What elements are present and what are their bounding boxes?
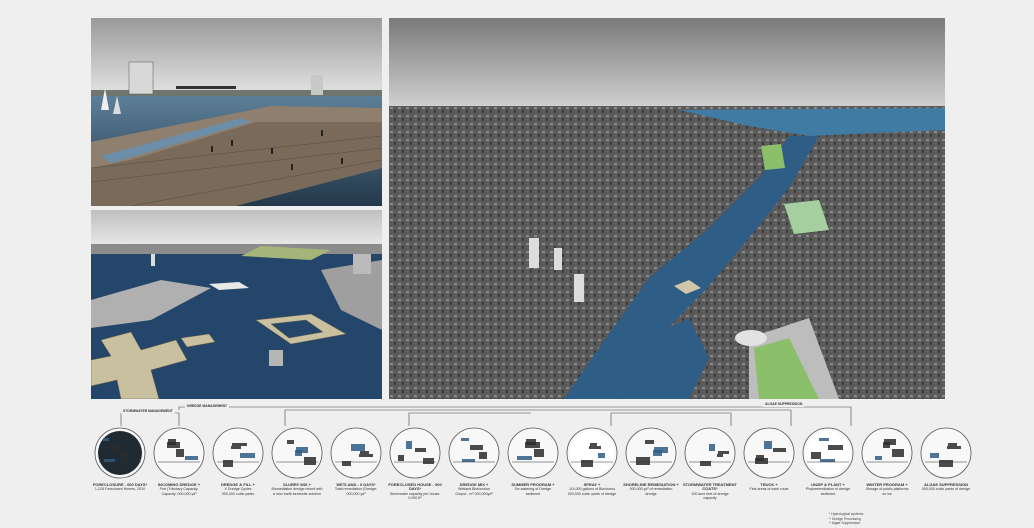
step-label: SUMMER PROGRAM + De-watering of Dredge sed…	[504, 482, 562, 496]
step-title: STORMWATER TREATMENT COATS*	[683, 482, 737, 492]
step-circle	[566, 427, 618, 479]
step-detail: on ice	[882, 491, 892, 496]
step-detail: Output - m³ 000,000yd³	[455, 491, 493, 496]
step-illustration	[570, 431, 614, 475]
step-label: DREDGE MIX + Wetland Biofunction Output - …	[445, 482, 503, 496]
step-circle	[920, 427, 972, 479]
step-circle	[389, 427, 441, 479]
step-label: STORMWATER TREATMENT COATS* 100 acre feet…	[681, 482, 739, 501]
step-label: SPRAY +114,000 gallons of Biochorus 000,0…	[563, 482, 621, 496]
step-circle	[271, 427, 323, 479]
process-timeline: STORMWATER MANAGEMENT DREDGE MANAGEMENT …	[91, 401, 972, 526]
step-detail: 000,000 cubic yards of dredge	[567, 491, 617, 496]
step-illustration	[98, 431, 142, 475]
step-detail: sediment	[820, 491, 836, 496]
step-illustration	[806, 431, 850, 475]
step-label: INCOMING DREDGE + Port (Tributary Capacit…	[150, 482, 208, 496]
platforms-rendering	[91, 210, 382, 399]
step-detail: 000,000 cubic yards	[221, 491, 255, 496]
step-detail: 000,000 yd³	[346, 491, 366, 496]
step-label: TRUCK + First areas of each route	[740, 482, 798, 492]
legend: * Hydrological systems + Dredge Processi…	[829, 512, 863, 526]
step-detail: 1,128 Foreclosed Homes, 2010	[94, 487, 146, 492]
step-label: SLURRY MIX + Biomediation dredge mixed wi…	[268, 482, 326, 496]
step-label: SHORELINE REMEDIATION +000,000 yd³ of re…	[622, 482, 680, 496]
band-stormwater: STORMWATER MANAGEMENT	[121, 409, 175, 414]
legend-item: + Algae Suppression	[829, 521, 861, 526]
step-circle	[153, 427, 205, 479]
step-label: FORECLOSED HOUSE - 000 DAYS* Stormwater c…	[386, 482, 444, 501]
band-dredge: DREDGE MANAGEMENT	[185, 404, 230, 409]
step-detail: capacity	[703, 496, 717, 501]
city-aerial-rendering	[389, 18, 945, 399]
step-detail: sediment	[525, 491, 541, 496]
step-label: DREDGE & FILL + X Dredge Cycles 000,000 cu…	[209, 482, 267, 496]
step-circle	[212, 427, 264, 479]
step-detail: 000,000 cubic yards of dredge	[921, 487, 971, 492]
step-circle	[448, 427, 500, 479]
step-circle	[743, 427, 795, 479]
step-circle	[507, 427, 559, 479]
step-circle	[684, 427, 736, 479]
step-circle	[330, 427, 382, 479]
boardwalk-rendering	[91, 18, 382, 206]
step-label: UNZIP & PLANT + Phytoremediation of dredg…	[799, 482, 857, 496]
step-label: ALGAE SUPPRESSION 000,000 cubic yards of …	[917, 482, 975, 492]
step-title: FORECLOSED HOUSE - 000 DAYS*	[388, 482, 442, 492]
step-detail: dredge	[645, 491, 657, 496]
step-detail: a new earth bentonite solution	[273, 491, 321, 496]
step-label: FORECLOSURE - 000 DAYS* 1,128 Foreclosed …	[91, 482, 149, 492]
legend-item: * Hydrological systems	[829, 512, 864, 516]
step-label: WETLAND - 0 DAYS* Total remediation (Dred…	[327, 482, 385, 496]
step-detail: First areas of each route	[749, 487, 789, 492]
step-detail: 0,000 ft³	[408, 496, 422, 501]
step-label: WINTER PROGRAM + Storage of public platfo…	[858, 482, 916, 496]
step-detail: Capacity: 000,000 yd³	[161, 491, 197, 496]
step-circle	[625, 427, 677, 479]
step-circle	[802, 427, 854, 479]
step-circle	[861, 427, 913, 479]
step-circle	[94, 427, 146, 479]
band-algae: ALGAE SUPPRESSION	[763, 402, 805, 407]
